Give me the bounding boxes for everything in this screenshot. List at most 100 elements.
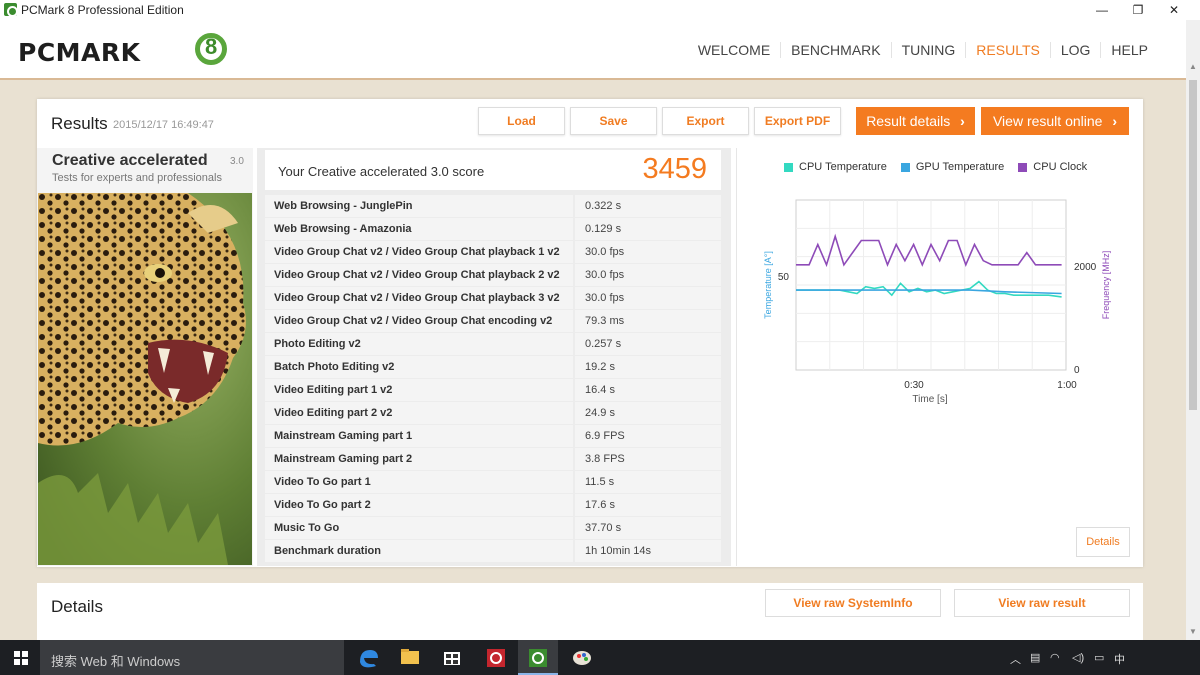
row-value: 30.0 fps — [585, 269, 625, 281]
pcmark-glyph — [529, 649, 547, 667]
row-value: 3.8 FPS — [585, 453, 625, 465]
app-icon — [4, 3, 18, 17]
volume-icon[interactable]: ◁) — [1072, 651, 1084, 664]
view-result-online-label: View result online — [992, 113, 1103, 129]
row-name: Mainstream Gaming part 2 — [265, 448, 575, 470]
test-name: Creative accelerated — [52, 152, 208, 169]
row-name: Video Editing part 1 v2 — [265, 379, 575, 401]
nav-log[interactable]: LOG — [1049, 42, 1101, 58]
minimize-button[interactable]: — — [1084, 0, 1120, 20]
paint-icon[interactable] — [562, 640, 602, 675]
table-row: Mainstream Gaming part 1 6.9 FPS — [265, 425, 721, 447]
table-row: Video Group Chat v2 / Video Group Chat p… — [265, 241, 721, 263]
network-icon[interactable]: ▤ — [1030, 651, 1040, 664]
y-left-tick-label: 50 — [778, 272, 790, 283]
red-app-icon[interactable] — [476, 640, 516, 675]
row-name: Video To Go part 1 — [265, 471, 575, 493]
x-tick-label: 0:30 — [904, 380, 924, 391]
store-glyph — [444, 652, 460, 665]
row-value: 16.4 s — [585, 384, 615, 396]
row-value: 0.322 s — [585, 200, 622, 212]
search-placeholder: 搜索 Web 和 Windows — [51, 654, 181, 669]
nav-welcome[interactable]: WELCOME — [688, 42, 780, 58]
row-name: Photo Editing v2 — [265, 333, 575, 355]
x-tick-label: 1:00 — [1057, 380, 1077, 391]
view-raw-systeminfo-button[interactable]: View raw SystemInfo — [765, 589, 941, 617]
table-row: Video To Go part 2 17.6 s — [265, 494, 721, 516]
row-value: 11.5 s — [585, 476, 615, 488]
scroll-thumb[interactable] — [1189, 80, 1197, 410]
save-button[interactable]: Save — [570, 107, 657, 135]
leopard-image — [38, 193, 252, 565]
monitoring-chart: CPU Temperature GPU Temperature CPU Cloc… — [736, 148, 1143, 566]
palette-glyph — [573, 651, 591, 665]
results-panel: Results 2015/12/17 16:49:47 Load Save Ex… — [37, 99, 1143, 567]
view-result-online-button[interactable]: View result online › — [981, 107, 1129, 135]
row-value: 0.129 s — [585, 223, 622, 235]
scroll-down-icon[interactable]: ▼ — [1189, 627, 1197, 636]
view-raw-result-button[interactable]: View raw result — [954, 589, 1130, 617]
scroll-up-icon[interactable]: ▲ — [1189, 62, 1197, 71]
pcmark-taskbar-icon[interactable] — [518, 640, 558, 675]
row-value: 0.257 s — [585, 338, 622, 350]
logo-text: PCMARK — [18, 38, 141, 67]
table-row: Benchmark duration 1h 10min 14s — [265, 540, 721, 562]
result-details-button[interactable]: Result details › — [856, 107, 975, 135]
row-value: 24.9 s — [585, 407, 615, 419]
row-name: Video Group Chat v2 / Video Group Chat p… — [265, 241, 575, 263]
taskbar-search[interactable]: 搜索 Web 和 Windows — [40, 640, 344, 675]
wifi-icon[interactable]: ◠ — [1050, 651, 1060, 664]
test-version: 3.0 — [230, 156, 244, 167]
edge-icon[interactable] — [348, 640, 388, 675]
row-name: Music To Go — [265, 517, 575, 539]
row-name: Batch Photo Editing v2 — [265, 356, 575, 378]
row-name: Mainstream Gaming part 1 — [265, 425, 575, 447]
row-name: Video To Go part 2 — [265, 494, 575, 516]
row-value: 30.0 fps — [585, 292, 625, 304]
chart-plot: 0:30 1:00 Time [s] 50 2000 0 Temperature… — [763, 199, 1111, 405]
chart-details-button[interactable]: Details — [1076, 527, 1130, 557]
y-right-tick-label: 2000 — [1074, 262, 1097, 273]
export-button[interactable]: Export — [662, 107, 749, 135]
row-name: Video Editing part 2 v2 — [265, 402, 575, 424]
row-name: Web Browsing - Amazonia — [265, 218, 575, 240]
notification-icon[interactable]: ▭ — [1094, 651, 1104, 664]
row-value: 79.3 ms — [585, 315, 625, 327]
results-title: Results — [51, 114, 108, 133]
row-name: Video Group Chat v2 / Video Group Chat p… — [265, 287, 575, 309]
nav-tuning[interactable]: TUNING — [890, 42, 966, 58]
y-right-axis-label: Frequency [MHz] — [1101, 251, 1111, 320]
test-info: Creative accelerated 3.0 Tests for exper… — [37, 148, 253, 566]
ime-indicator[interactable]: 中 — [1114, 651, 1125, 667]
windows-logo-icon — [14, 651, 28, 665]
row-value: 1h 10min 14s — [585, 545, 652, 557]
table-row: Photo Editing v2 0.257 s — [265, 333, 721, 355]
close-button[interactable]: ✕ — [1156, 0, 1192, 20]
y-left-axis-label: Temperature [A°] — [763, 251, 773, 319]
store-icon[interactable] — [432, 640, 472, 675]
file-explorer-icon[interactable] — [390, 640, 430, 675]
table-row: Video To Go part 1 11.5 s — [265, 471, 721, 493]
row-name: Video Group Chat v2 / Video Group Chat p… — [265, 264, 575, 286]
row-name: Web Browsing - JunglePin — [265, 195, 575, 217]
export-pdf-button[interactable]: Export PDF — [754, 107, 841, 135]
nav-results[interactable]: RESULTS — [965, 42, 1050, 58]
row-value: 6.9 FPS — [585, 430, 625, 442]
start-button[interactable] — [0, 640, 40, 675]
page-scrollbar[interactable]: ▲ ▼ — [1186, 20, 1200, 640]
load-button[interactable]: Load — [478, 107, 565, 135]
table-row: Video Group Chat v2 / Video Group Chat e… — [265, 310, 721, 332]
table-row: Video Editing part 1 v2 16.4 s — [265, 379, 721, 401]
table-row: Web Browsing - Amazonia 0.129 s — [265, 218, 721, 240]
red-app-glyph — [487, 649, 505, 667]
row-value: 30.0 fps — [585, 246, 625, 258]
title-bar: PCMark 8 Professional Edition — ❐ ✕ — [0, 0, 1200, 20]
tray-chevron-icon[interactable]: ︿ — [1010, 651, 1021, 667]
edge-glyph — [360, 650, 378, 668]
nav-help[interactable]: HELP — [1100, 42, 1158, 58]
restore-button[interactable]: ❐ — [1120, 0, 1156, 20]
row-value: 19.2 s — [585, 361, 615, 373]
nav-benchmark[interactable]: BENCHMARK — [780, 42, 890, 58]
row-value: 37.70 s — [585, 522, 622, 534]
chevron-right-icon: › — [1112, 113, 1118, 129]
